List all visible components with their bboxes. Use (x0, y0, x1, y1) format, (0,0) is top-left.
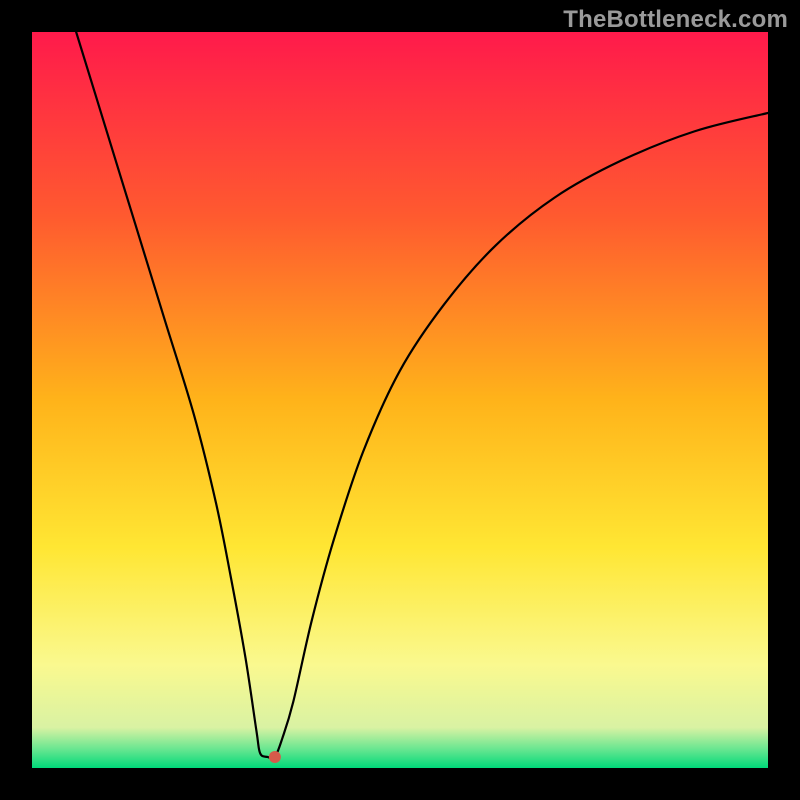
gradient-background (32, 32, 768, 768)
plot-area (32, 32, 768, 768)
minimum-marker (269, 751, 281, 763)
watermark-text: TheBottleneck.com (563, 6, 788, 34)
chart-frame: TheBottleneck.com (0, 0, 800, 800)
chart-svg (32, 32, 768, 768)
